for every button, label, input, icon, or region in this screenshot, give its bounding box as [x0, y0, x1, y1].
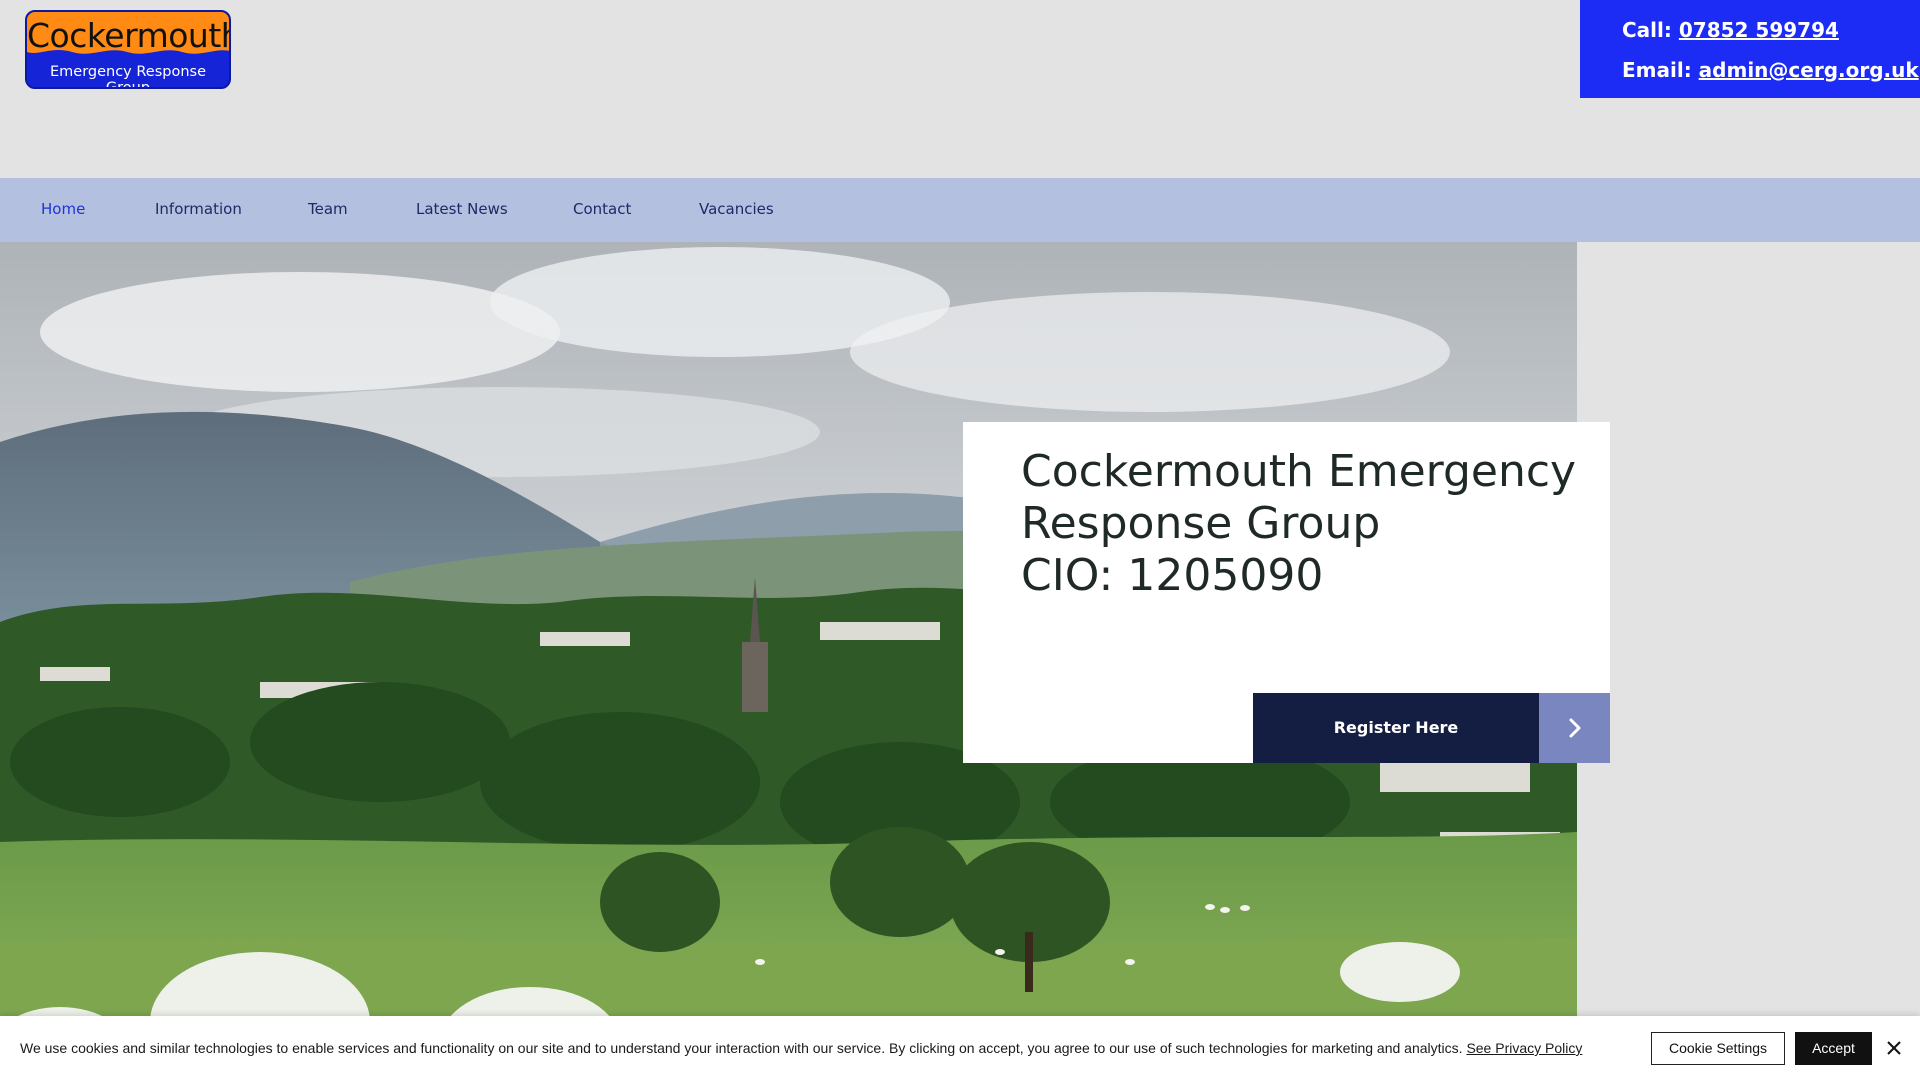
register-here-label: Register Here	[1333, 718, 1459, 737]
nav-item-information[interactable]: Information	[155, 200, 242, 218]
hero-title-line-1: Cockermouth Emergency	[1021, 446, 1577, 497]
close-icon[interactable]	[1884, 1038, 1904, 1058]
call-label: Call:	[1622, 18, 1679, 42]
logo-title: Cockermouth	[27, 16, 231, 55]
contact-box: Call: 07852 599794 Email: admin@cerg.org…	[1580, 0, 1920, 98]
nav-item-team[interactable]: Team	[308, 200, 348, 218]
nav-item-latest-news[interactable]: Latest News	[416, 200, 508, 218]
site-header: Cockermouth Emergency Response Group Cal…	[0, 0, 1920, 178]
hero-title-line-3: CIO: 1205090	[1021, 550, 1324, 601]
cookie-accept-button[interactable]: Accept	[1795, 1032, 1872, 1065]
side-panel	[1577, 242, 1920, 1080]
hero-card: Cockermouth Emergency Response Group CIO…	[963, 422, 1610, 763]
cookie-message-text: We use cookies and similar technologies …	[20, 1040, 1467, 1056]
privacy-policy-link[interactable]: See Privacy Policy	[1466, 1040, 1582, 1056]
cookie-message: We use cookies and similar technologies …	[20, 1040, 1582, 1056]
email-link[interactable]: admin@cerg.org.uk	[1699, 58, 1919, 82]
cookie-settings-button[interactable]: Cookie Settings	[1651, 1032, 1785, 1065]
phone-link[interactable]: 07852 599794	[1679, 18, 1839, 42]
logo-subtitle: Emergency Response Group	[49, 64, 207, 89]
register-here-button[interactable]: Register Here	[1253, 693, 1610, 763]
cookie-banner: We use cookies and similar technologies …	[0, 1016, 1920, 1080]
email-label: Email:	[1622, 58, 1699, 82]
nav-item-vacancies[interactable]: Vacancies	[699, 200, 774, 218]
chevron-right-icon	[1539, 693, 1610, 763]
contact-phone-line: Call: 07852 599794	[1622, 18, 1839, 42]
main-nav: Home Information Team Latest News Contac…	[0, 178, 1920, 242]
nav-item-home[interactable]: Home	[41, 200, 85, 218]
hero-title-line-2: Response Group	[1021, 498, 1381, 549]
nav-item-contact[interactable]: Contact	[573, 200, 631, 218]
contact-email-line: Email: admin@cerg.org.uk	[1622, 58, 1919, 82]
hero-title: Cockermouth Emergency Response Group CIO…	[1021, 446, 1601, 602]
site-logo[interactable]: Cockermouth Emergency Response Group	[25, 10, 231, 89]
